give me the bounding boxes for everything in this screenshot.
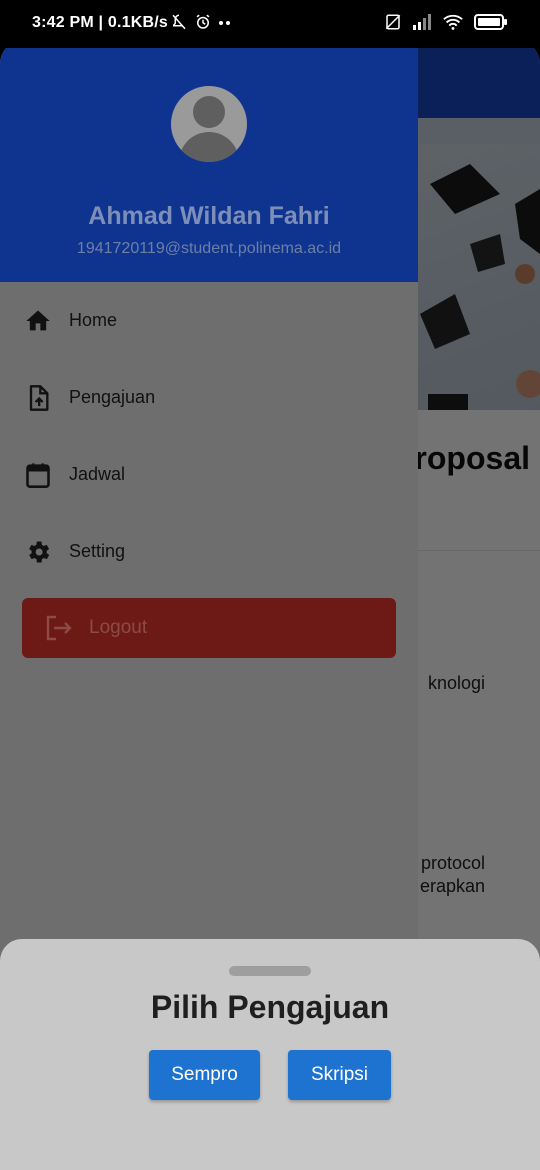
sim-off-icon xyxy=(385,14,401,30)
menu-item-home[interactable]: Home xyxy=(0,282,418,359)
menu-label-home: Home xyxy=(69,310,118,330)
avatar xyxy=(171,86,247,162)
status-net-speed: | 0.1KB/s xyxy=(98,14,168,31)
menu-item-jadwal[interactable]: Jadwal xyxy=(0,436,418,513)
battery-icon xyxy=(474,14,507,30)
more-dots-icon xyxy=(219,21,230,25)
drawer-menu: Home Pengajuan Jadwal Setting xyxy=(0,282,418,590)
signal-icon xyxy=(413,14,431,30)
menu-label-setting: Setting xyxy=(69,541,126,561)
drag-handle[interactable] xyxy=(229,966,311,976)
home-icon xyxy=(24,307,52,335)
logout-label: Logout xyxy=(89,617,148,638)
avatar-body xyxy=(179,132,239,162)
skripsi-button[interactable]: Skripsi xyxy=(288,1050,391,1100)
sheet-title: Pilih Pengajuan xyxy=(150,989,390,1025)
file-upload-icon xyxy=(24,384,52,412)
wifi-icon xyxy=(443,14,463,30)
sempro-button[interactable]: Sempro xyxy=(149,1050,260,1100)
status-clock: 3:42 PM xyxy=(32,14,94,31)
logout-button[interactable]: Logout xyxy=(22,598,396,658)
status-bar: 3:42 PM | 0.1KB/s xyxy=(0,0,540,48)
logout-icon xyxy=(42,612,74,644)
menu-item-pengajuan[interactable]: Pengajuan xyxy=(0,359,418,436)
menu-label-jadwal: Jadwal xyxy=(69,464,126,484)
drawer-header: Ahmad Wildan Fahri 1941720119@student.po… xyxy=(0,40,418,282)
gear-icon xyxy=(24,538,52,566)
avatar-head xyxy=(193,96,225,128)
calendar-icon xyxy=(24,461,52,489)
bottom-sheet: Pilih Pengajuan Sempro Skripsi xyxy=(0,939,540,1170)
alarm-icon xyxy=(196,14,210,29)
user-name: Ahmad Wildan Fahri xyxy=(88,202,330,230)
bell-off-icon xyxy=(172,14,186,30)
status-icons-right xyxy=(384,13,508,31)
status-icons-left xyxy=(170,13,232,31)
status-time: 3:42 PM | 0.1KB/s xyxy=(32,14,168,32)
menu-item-setting[interactable]: Setting xyxy=(0,513,418,590)
menu-label-pengajuan: Pengajuan xyxy=(69,387,156,407)
user-email: 1941720119@student.polinema.ac.id xyxy=(76,240,342,257)
